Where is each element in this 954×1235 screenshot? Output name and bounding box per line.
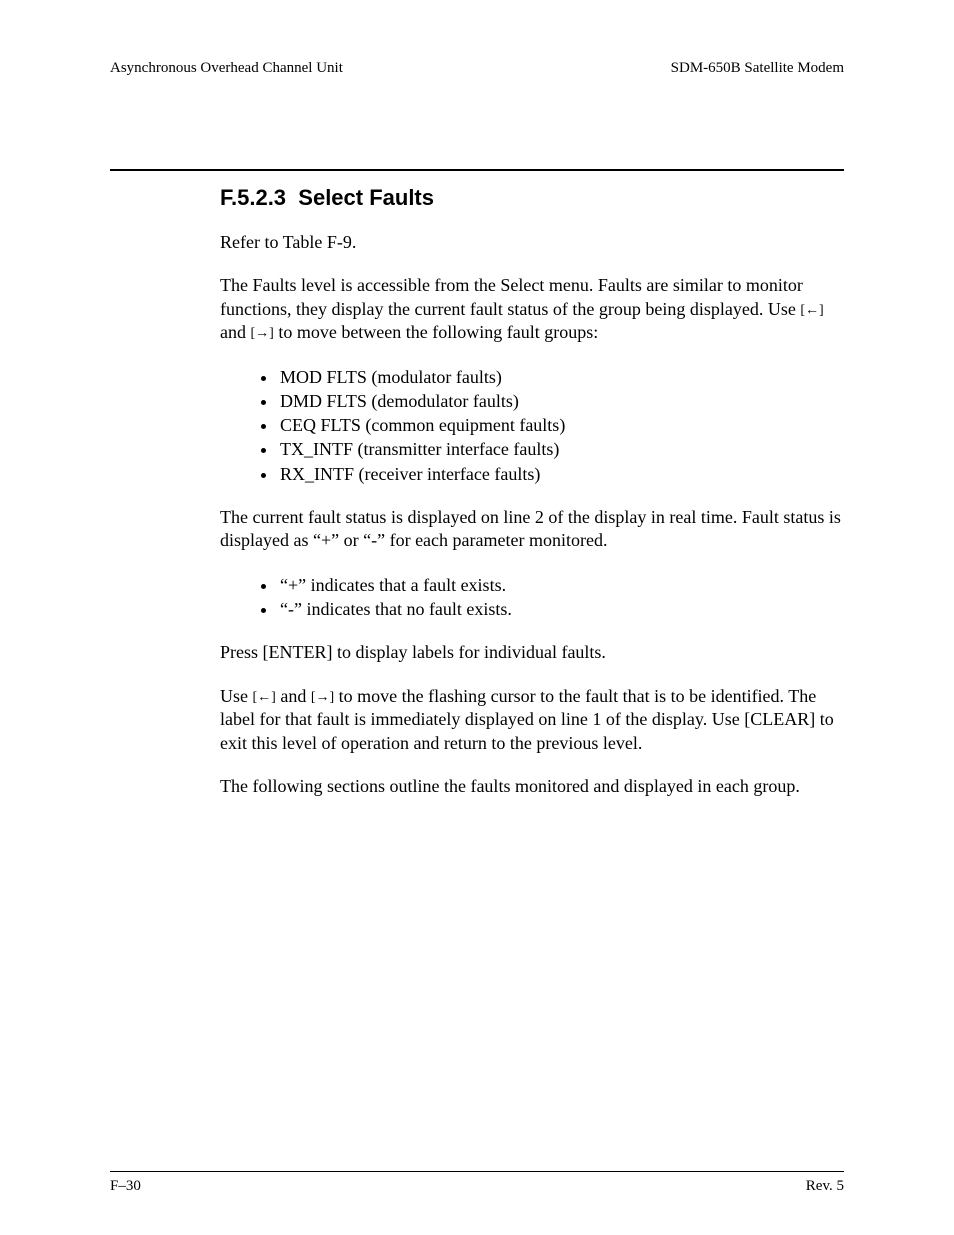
list-item: DMD FLTS (demodulator faults): [278, 389, 844, 413]
p2-part-a: The Faults level is accessible from the …: [220, 275, 803, 318]
footer-rule: [110, 1171, 844, 1172]
page-number: F–30: [110, 1178, 141, 1195]
section-rule: [110, 169, 844, 171]
right-arrow-icon: [→]: [311, 690, 334, 705]
header-right: SDM-650B Satellite Modem: [671, 60, 844, 77]
section-number: F.5.2.3: [220, 185, 286, 210]
list-item: MOD FLTS (modulator faults): [278, 365, 844, 389]
paragraph-cursor: Use [←] and [→] to move the flashing cur…: [220, 685, 844, 755]
list-item: TX_INTF (transmitter interface faults): [278, 437, 844, 461]
left-arrow-icon: [←]: [800, 303, 823, 318]
p5-part-b: and: [276, 686, 311, 706]
revision: Rev. 5: [806, 1178, 844, 1195]
list-item: CEQ FLTS (common equipment faults): [278, 413, 844, 437]
list-item: RX_INTF (receiver interface faults): [278, 462, 844, 486]
left-arrow-icon: [←]: [253, 690, 276, 705]
section-heading: F.5.2.3 Select Faults: [220, 185, 844, 211]
section-body: F.5.2.3 Select Faults Refer to Table F-9…: [110, 185, 844, 798]
paragraph-refer: Refer to Table F-9.: [220, 231, 844, 254]
status-symbols-list: “+” indicates that a fault exists. “-” i…: [220, 573, 844, 622]
page-footer: F–30 Rev. 5: [110, 1171, 844, 1195]
right-arrow-icon: [→]: [251, 326, 274, 341]
page-header: Asynchronous Overhead Channel Unit SDM-6…: [110, 60, 844, 77]
fault-groups-list: MOD FLTS (modulator faults) DMD FLTS (de…: [220, 365, 844, 486]
paragraph-outline: The following sections outline the fault…: [220, 775, 844, 798]
list-item: “+” indicates that a fault exists.: [278, 573, 844, 597]
paragraph-status: The current fault status is displayed on…: [220, 506, 844, 553]
paragraph-enter: Press [ENTER] to display labels for indi…: [220, 641, 844, 664]
p2-part-c: to move between the following fault grou…: [274, 322, 598, 342]
paragraph-intro: The Faults level is accessible from the …: [220, 274, 844, 344]
p5-part-a: Use: [220, 686, 253, 706]
header-left: Asynchronous Overhead Channel Unit: [110, 60, 343, 77]
list-item: “-” indicates that no fault exists.: [278, 597, 844, 621]
p2-part-b: and: [220, 322, 251, 342]
section-title: Select Faults: [298, 185, 434, 210]
